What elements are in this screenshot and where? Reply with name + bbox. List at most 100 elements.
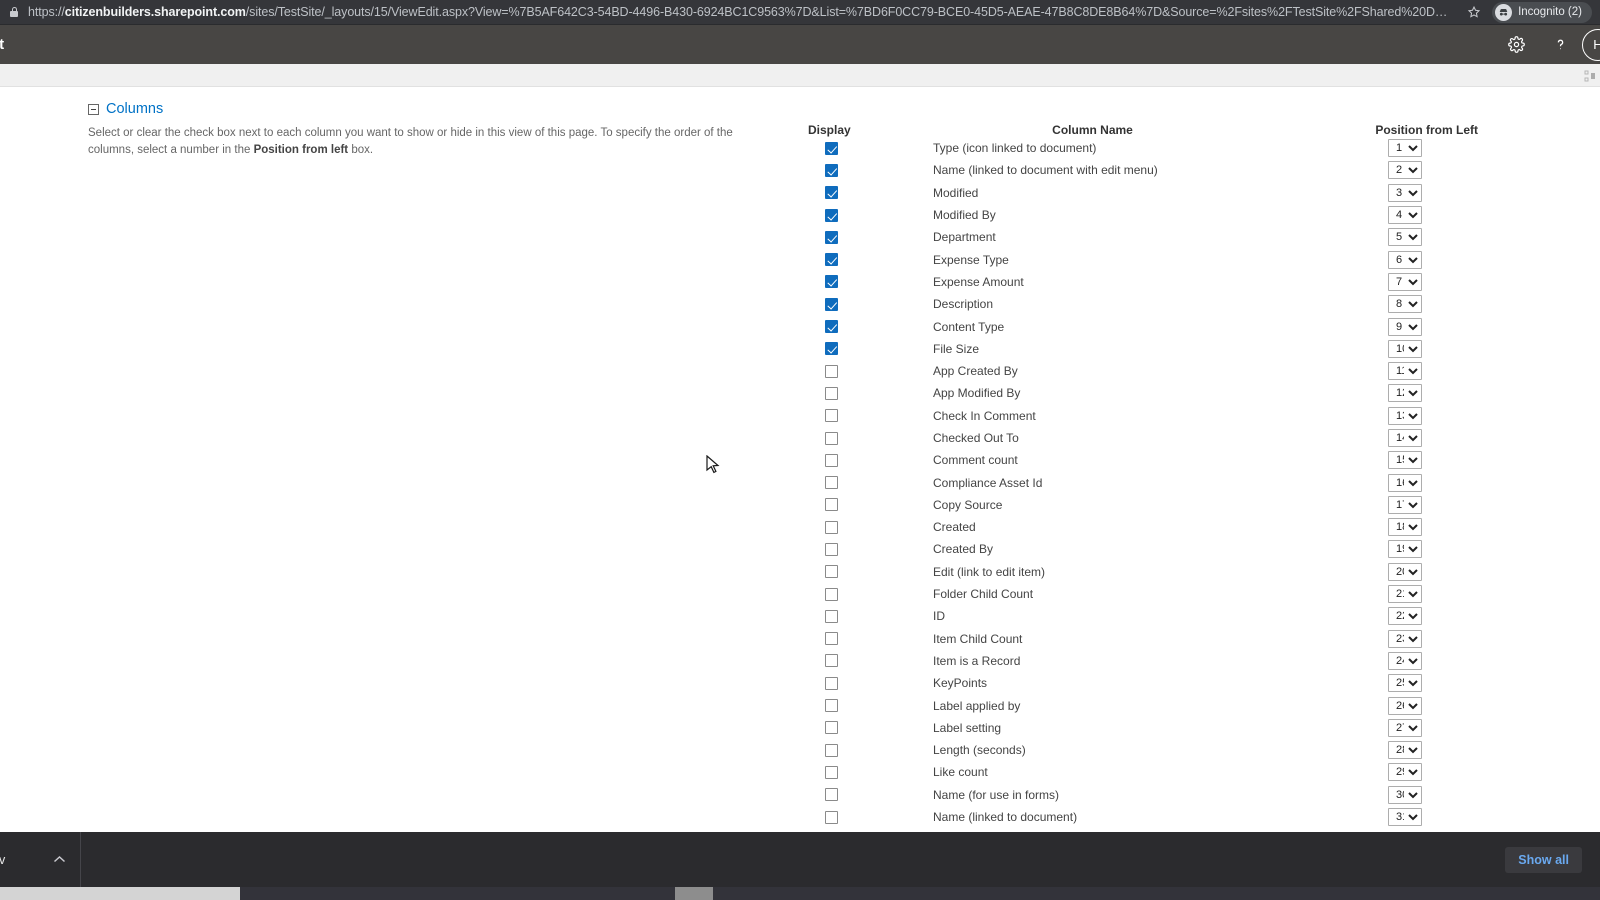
position-select[interactable]: 1234567891011121314151617181920212223242… xyxy=(1388,250,1422,269)
display-cell xyxy=(790,654,870,668)
display-checkbox[interactable] xyxy=(825,386,838,400)
display-checkbox[interactable] xyxy=(825,632,838,646)
position-select[interactable]: 1234567891011121314151617181920212223242… xyxy=(1388,718,1422,737)
column-name-label: Name (linked to document with edit menu) xyxy=(933,163,1158,178)
position-select[interactable]: 1234567891011121314151617181920212223242… xyxy=(1388,206,1422,225)
display-checkbox[interactable] xyxy=(825,609,838,623)
position-select[interactable]: 1234567891011121314151617181920212223242… xyxy=(1388,183,1422,202)
display-checkbox[interactable] xyxy=(825,297,838,311)
column-name-label: Modified By xyxy=(933,208,996,223)
display-checkbox[interactable] xyxy=(825,810,838,824)
position-select[interactable]: 1234567891011121314151617181920212223242… xyxy=(1388,585,1422,604)
display-checkbox[interactable] xyxy=(825,520,838,534)
display-cell xyxy=(790,632,870,646)
position-select[interactable]: 1234567891011121314151617181920212223242… xyxy=(1388,785,1422,804)
show-all-button[interactable]: Show all xyxy=(1505,846,1582,873)
column-name-label: Copy Source xyxy=(933,497,1003,512)
display-checkbox[interactable] xyxy=(825,275,838,289)
display-cell xyxy=(790,476,870,490)
position-cell: 1234567891011121314151617181920212223242… xyxy=(1315,651,1490,670)
position-select[interactable]: 1234567891011121314151617181920212223242… xyxy=(1388,272,1422,291)
display-checkbox[interactable] xyxy=(825,788,838,802)
display-checkbox[interactable] xyxy=(825,498,838,512)
chevron-up-icon[interactable] xyxy=(53,853,66,867)
position-select[interactable]: 1234567891011121314151617181920212223242… xyxy=(1388,406,1422,425)
position-select[interactable]: 1234567891011121314151617181920212223242… xyxy=(1388,518,1422,537)
collapse-minus-icon[interactable] xyxy=(88,103,99,115)
position-select[interactable]: 1234567891011121314151617181920212223242… xyxy=(1388,139,1422,158)
position-select[interactable]: 1234567891011121314151617181920212223242… xyxy=(1388,495,1422,514)
position-select[interactable]: 1234567891011121314151617181920212223242… xyxy=(1388,696,1422,715)
display-checkbox[interactable] xyxy=(825,320,838,334)
position-cell: 1234567891011121314151617181920212223242… xyxy=(1315,272,1490,291)
position-select[interactable]: 1234567891011121314151617181920212223242… xyxy=(1388,317,1422,336)
table-row: Created 123456789101112131415161718192021… xyxy=(790,516,1490,538)
position-select[interactable]: 1234567891011121314151617181920212223242… xyxy=(1388,339,1422,358)
position-select[interactable]: 1234567891011121314151617181920212223242… xyxy=(1388,562,1422,581)
display-checkbox[interactable] xyxy=(825,163,838,177)
display-checkbox[interactable] xyxy=(825,364,838,378)
question-mark-icon[interactable] xyxy=(1538,25,1582,64)
position-select[interactable]: 1234567891011121314151617181920212223242… xyxy=(1388,473,1422,492)
display-cell xyxy=(790,230,870,244)
table-row: Folder Child Count 1234567891011121314151… xyxy=(790,583,1490,605)
bookmark-star-icon[interactable] xyxy=(1462,0,1486,24)
display-checkbox[interactable] xyxy=(825,743,838,757)
resize-handle-icon[interactable] xyxy=(1584,70,1596,83)
table-row: Expense Amount 12345678910111213141516171… xyxy=(790,271,1490,293)
display-checkbox[interactable] xyxy=(825,765,838,779)
display-cell xyxy=(790,297,870,311)
display-checkbox[interactable] xyxy=(825,476,838,490)
avatar[interactable]: H xyxy=(1582,28,1600,61)
display-checkbox[interactable] xyxy=(825,431,838,445)
position-select[interactable]: 1234567891011121314151617181920212223242… xyxy=(1388,540,1422,559)
display-checkbox[interactable] xyxy=(825,676,838,690)
position-select[interactable]: 1234567891011121314151617181920212223242… xyxy=(1388,228,1422,247)
position-select[interactable]: 1234567891011121314151617181920212223242… xyxy=(1388,429,1422,447)
display-checkbox[interactable] xyxy=(825,253,838,267)
position-select[interactable]: 1234567891011121314151617181920212223242… xyxy=(1388,629,1422,648)
command-sub-bar xyxy=(0,64,1600,87)
display-checkbox[interactable] xyxy=(825,453,838,467)
position-select[interactable]: 1234567891011121314151617181920212223242… xyxy=(1388,451,1422,470)
display-checkbox[interactable] xyxy=(825,654,838,668)
position-select[interactable]: 1234567891011121314151617181920212223242… xyxy=(1388,763,1422,782)
table-row: Department 123456789101112131415161718192… xyxy=(790,226,1490,248)
position-select[interactable]: 1234567891011121314151617181920212223242… xyxy=(1388,384,1422,403)
display-checkbox[interactable] xyxy=(825,141,838,155)
position-cell: 1234567891011121314151617181920212223242… xyxy=(1315,473,1490,492)
display-checkbox[interactable] xyxy=(825,542,838,556)
lock-icon xyxy=(8,6,20,18)
gear-icon[interactable] xyxy=(1494,25,1538,64)
table-row: Name (for use in forms) 12345678910111213… xyxy=(790,784,1490,806)
incognito-indicator[interactable]: Incognito (2) xyxy=(1492,1,1592,23)
display-checkbox[interactable] xyxy=(825,409,838,423)
position-select[interactable]: 1234567891011121314151617181920212223242… xyxy=(1388,161,1422,180)
position-select[interactable]: 1234567891011121314151617181920212223242… xyxy=(1388,651,1422,670)
position-select[interactable]: 1234567891011121314151617181920212223242… xyxy=(1388,607,1422,626)
avatar-initial: H xyxy=(1593,37,1600,52)
display-cell xyxy=(790,765,870,779)
display-checkbox[interactable] xyxy=(825,565,838,579)
display-checkbox[interactable] xyxy=(825,342,838,356)
column-name-label: KeyPoints xyxy=(933,676,988,691)
taskbar-app-label[interactable]: ov xyxy=(0,853,5,867)
position-select[interactable]: 1234567891011121314151617181920212223242… xyxy=(1388,295,1422,314)
position-select[interactable]: 1234567891011121314151617181920212223242… xyxy=(1388,808,1422,827)
columns-section-header[interactable]: Columns xyxy=(88,101,163,117)
display-checkbox[interactable] xyxy=(825,230,838,244)
display-checkbox[interactable] xyxy=(825,699,838,713)
display-checkbox[interactable] xyxy=(825,186,838,200)
column-name-label: Name (linked to document) xyxy=(933,810,1078,825)
display-checkbox[interactable] xyxy=(825,721,838,735)
display-checkbox[interactable] xyxy=(825,587,838,601)
position-select[interactable]: 1234567891011121314151617181920212223242… xyxy=(1388,741,1422,760)
display-checkbox[interactable] xyxy=(825,208,838,222)
sharepoint-suite-nav: nt H xyxy=(0,25,1600,64)
column-name-label: Type (icon linked to document) xyxy=(933,141,1097,156)
position-cell: 1234567891011121314151617181920212223242… xyxy=(1315,629,1490,648)
url-text[interactable]: https://citizenbuilders.sharepoint.com/s… xyxy=(28,5,1462,19)
position-select[interactable]: 1234567891011121314151617181920212223242… xyxy=(1388,674,1422,693)
position-select[interactable]: 1234567891011121314151617181920212223242… xyxy=(1388,362,1422,381)
display-cell xyxy=(790,253,870,267)
